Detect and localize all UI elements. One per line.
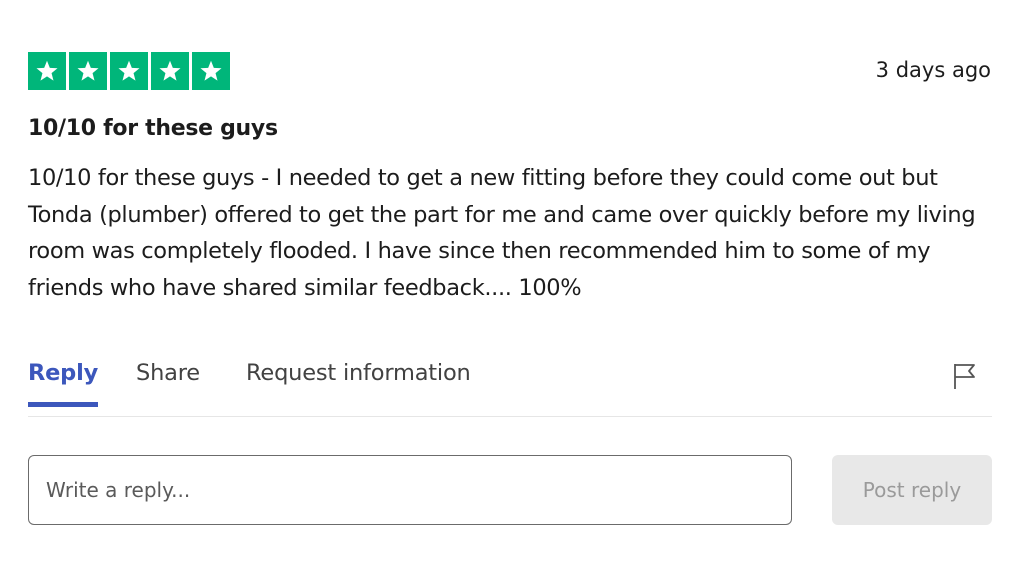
reply-input[interactable] [28,455,792,525]
star-icon [151,52,189,90]
tab-share[interactable]: Share [136,360,200,406]
review-card: 3 days ago 10/10 for these guys 10/10 fo… [0,0,1024,576]
star-rating [28,52,230,90]
review-date: 3 days ago [875,58,991,82]
review-actions: Reply Share Request information [28,356,992,417]
tab-request-information[interactable]: Request information [246,360,471,406]
tab-reply[interactable]: Reply [28,360,98,407]
star-icon [192,52,230,90]
star-icon [69,52,107,90]
review-title: 10/10 for these guys [28,116,278,141]
review-body: 10/10 for these guys - I needed to get a… [28,165,976,301]
star-icon [110,52,148,90]
post-reply-button[interactable]: Post reply [832,455,992,525]
star-icon [28,52,66,90]
flag-icon[interactable] [952,362,978,390]
